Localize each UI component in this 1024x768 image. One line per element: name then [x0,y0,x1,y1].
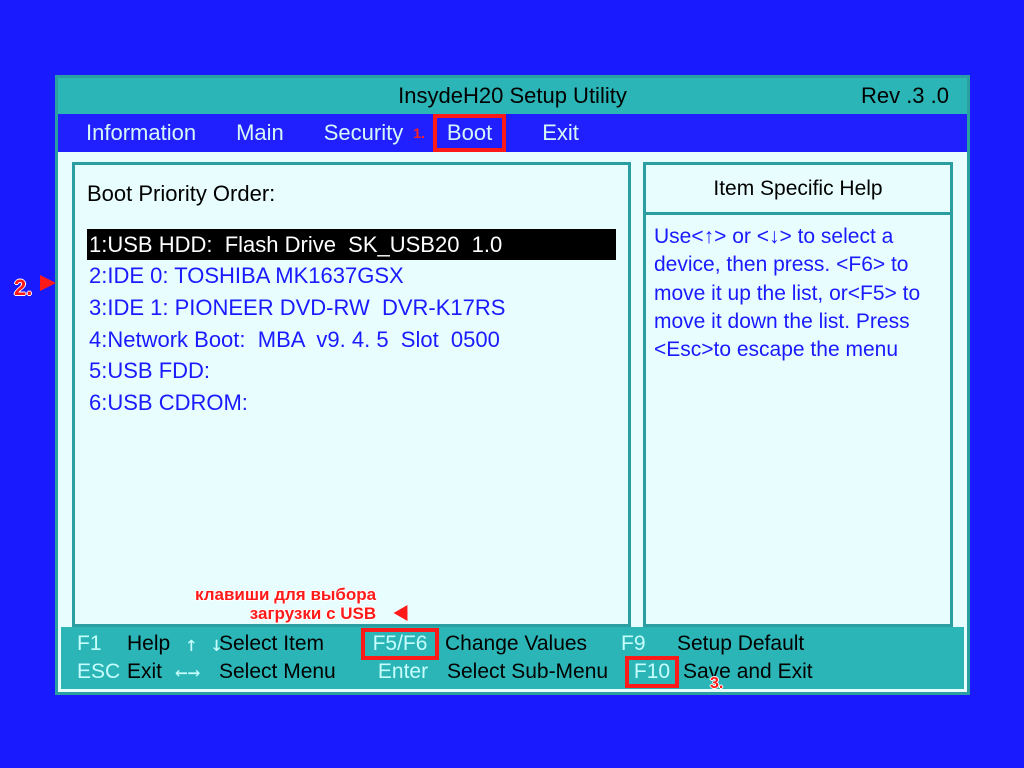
utility-title: InsydeH20 Setup Utility [58,83,967,109]
boot-item-5[interactable]: 5:USB FDD: [87,355,616,387]
boot-item-6[interactable]: 6:USB CDROM: [87,387,616,419]
title-bar: InsydeH20 Setup Utility Rev .3 .0 [58,78,967,114]
hint-select-submenu: Select Sub-Menu [439,660,629,684]
help-body: Use<↑> or <↓> to select a device, then p… [643,212,953,627]
hint-exit: Exit [127,660,175,684]
key-f5f6: F5/F6 [365,632,435,656]
hint-change-values: Change Values [435,632,621,656]
annotation-marker-1: 1. [413,125,425,141]
hint-help: Help [127,632,185,656]
boot-item-3[interactable]: 3:IDE 1: PIONEER DVD-RW DVR-K17RS [87,292,616,324]
key-f10: F10 [629,660,675,684]
tab-main[interactable]: Main [236,120,284,146]
annotation-usb-note: клавиши для выбора загрузки с USB [195,586,376,623]
annotation-usb-note-line1: клавиши для выбора [195,585,376,604]
utility-revision: Rev .3 .0 [861,83,949,109]
tab-exit[interactable]: Exit [542,120,579,146]
annotation-arrow-2-icon [40,275,56,291]
boot-priority-pane: Boot Priority Order: 1:USB HDD: Flash Dr… [72,162,631,627]
tab-bar: Information Main Security 1. Boot Exit [58,114,967,152]
annotation-marker-2: 2. [14,275,32,301]
boot-item-1[interactable]: 1:USB HDD: Flash Drive SK_USB20 1.0 [87,229,616,261]
key-esc: ESC [77,660,127,684]
help-pane: Item Specific Help Use<↑> or <↓> to sele… [643,162,953,627]
tab-security[interactable]: Security [324,120,403,146]
annotation-marker-3: 3. [710,675,723,693]
annotation-usb-note-line2: загрузки с USB [250,604,376,623]
boot-item-2[interactable]: 2:IDE 0: TOSHIBA MK1637GSX [87,260,616,292]
hint-save-exit: Save and Exit [675,660,813,684]
key-f9: F9 [621,632,677,656]
tab-information[interactable]: Information [86,120,196,146]
arrows-leftright-icon: ←→ [175,660,219,684]
arrows-updown-icon: ↑ ↓ [185,632,219,656]
boot-priority-heading: Boot Priority Order: [87,179,616,209]
tab-boot[interactable]: Boot [437,118,502,148]
bios-window: InsydeH20 Setup Utility Rev .3 .0 Inform… [55,75,970,695]
boot-item-4[interactable]: 4:Network Boot: MBA v9. 4. 5 Slot 0500 [87,324,616,356]
footer-hints: F1 Help ↑ ↓ Select Item F5/F6 Change Val… [61,627,964,689]
help-title: Item Specific Help [643,162,953,212]
hint-select-item: Select Item [219,632,365,656]
key-enter: Enter [367,660,439,684]
key-f1: F1 [77,632,127,656]
hint-setup-default: Setup Default [677,632,804,656]
main-content: Boot Priority Order: 1:USB HDD: Flash Dr… [58,152,967,627]
hint-select-menu: Select Menu [219,660,367,684]
